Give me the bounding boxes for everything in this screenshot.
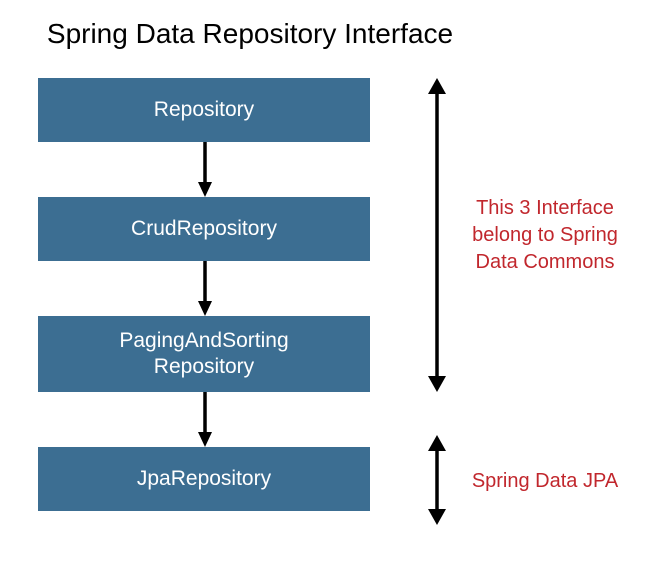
box-crud-repository-label: CrudRepository bbox=[131, 216, 277, 242]
box-jpa-repository: JpaRepository bbox=[38, 447, 370, 511]
annotation-jpa: Spring Data JPA bbox=[460, 468, 630, 495]
box-repository-label: Repository bbox=[154, 97, 254, 123]
range-arrow-jpa bbox=[428, 435, 446, 530]
annotation-commons: This 3 Interfacebelong to SpringData Com… bbox=[460, 195, 630, 276]
range-arrow-commons bbox=[428, 78, 446, 397]
inheritance-arrow-2 bbox=[198, 261, 212, 316]
box-paging-sorting-repository: PagingAndSortingRepository bbox=[38, 316, 370, 392]
box-crud-repository: CrudRepository bbox=[38, 197, 370, 261]
inheritance-arrow-1 bbox=[198, 142, 212, 197]
box-repository: Repository bbox=[38, 78, 370, 142]
inheritance-arrow-3 bbox=[198, 392, 212, 447]
diagram-title: Spring Data Repository Interface bbox=[0, 18, 500, 50]
box-jpa-repository-label: JpaRepository bbox=[137, 466, 271, 492]
box-paging-sorting-repository-label: PagingAndSortingRepository bbox=[119, 328, 288, 381]
